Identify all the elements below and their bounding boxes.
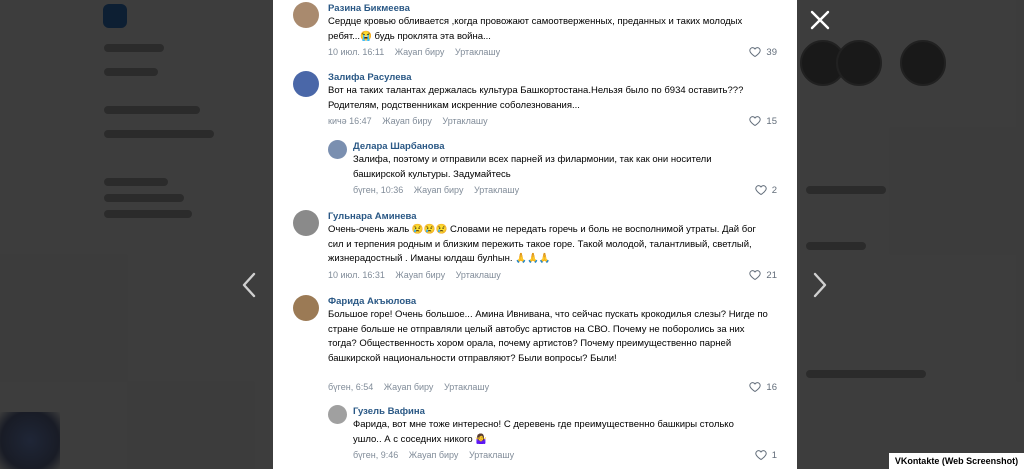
comment-meta: кичә 16:47 Жауап биру Уртаклашу [328,116,496,126]
share-link[interactable]: Уртаклашу [442,116,487,126]
heart-icon [749,47,762,58]
avatar[interactable] [293,71,319,97]
comment-meta: бүген, 10:36 Жауап биру Уртаклашу [353,185,527,195]
like-count: 15 [766,115,777,127]
share-link[interactable]: Уртаклашу [444,382,489,392]
comment-author[interactable]: Гульнара Аминева [328,211,417,222]
like-count: 16 [766,381,777,393]
comment-author[interactable]: Залифа Расулева [328,72,411,83]
like-count: 21 [766,269,777,281]
avatar[interactable] [328,405,347,424]
heart-icon [749,116,762,127]
comment-author[interactable]: Фарида Акъюлова [328,296,416,307]
comment-text: Залифа, поэтому и отправили всех парней … [353,154,712,180]
comment-time[interactable]: бүген, 10:36 [353,185,403,195]
comment-text: Вот на таких талантах держалась культура… [328,85,744,111]
like-button[interactable]: 39 [749,46,777,58]
comment-author[interactable]: Делара Шарбанова [353,141,445,152]
like-button[interactable]: 16 [749,381,777,393]
reply-link[interactable]: Жауап биру [382,116,432,126]
comment-time[interactable]: кичә 16:47 [328,116,372,126]
share-link[interactable]: Уртаклашу [474,185,519,195]
comment-text: Сердце кровью обливается ,когда провожаю… [328,16,743,42]
comment-text: Очень-очень жаль 😢😢😢 Словами не передать… [328,224,756,264]
like-button[interactable]: 1 [755,449,777,461]
heart-icon [749,382,762,393]
previous-button[interactable] [241,272,257,298]
reply-link[interactable]: Жауап биру [395,270,445,280]
like-count: 2 [771,184,777,196]
share-link[interactable]: Уртаклашу [455,47,500,57]
chevron-right-icon [813,272,827,298]
close-icon [810,10,830,30]
like-count: 1 [771,449,777,461]
reply-link[interactable]: Жауап биру [414,185,464,195]
comments-modal: Разина Бикмеева Сердце кровью обливается… [273,0,797,469]
like-count: 39 [766,46,777,58]
source-caption: VKontakte (Web Screenshot) [889,453,1024,469]
comment-author[interactable]: Гузель Вафина [353,406,425,417]
comment-author[interactable]: Разина Бикмеева [328,3,410,14]
comment-text: Большое горе! Очень большое... Амина Ивн… [328,309,768,364]
comment-time[interactable]: 10 июл. 16:11 [328,47,384,57]
heart-icon [749,270,762,281]
avatar[interactable] [293,210,319,236]
heart-icon [755,185,767,196]
avatar[interactable] [293,2,319,28]
like-button[interactable]: 21 [749,269,777,281]
comment-time[interactable]: бүген, 6:54 [328,382,373,392]
comment-time[interactable]: 10 июл. 16:31 [328,270,385,280]
comment-text: Фарида, вот мне тоже интересно! С дереве… [353,419,734,445]
next-button[interactable] [812,272,828,298]
comment-meta: 10 июл. 16:31 Жауап биру Уртаклашу [328,270,509,280]
comment-time[interactable]: бүген, 9:46 [353,450,398,460]
share-link[interactable]: Уртаклашу [469,450,514,460]
close-button[interactable] [808,9,832,33]
share-link[interactable]: Уртаклашу [456,270,501,280]
heart-icon [755,450,767,461]
like-button[interactable]: 2 [755,184,777,196]
comment-meta: бүген, 6:54 Жауап биру Уртаклашу [328,382,497,392]
comment-meta: бүген, 9:46 Жауап биру Уртаклашу [353,450,522,460]
comment-meta: 10 июл. 16:11 Жауап биру Уртаклашу [328,47,508,57]
reply-link[interactable]: Жауап биру [384,382,434,392]
reply-link[interactable]: Жауап биру [409,450,459,460]
chevron-left-icon [242,272,256,298]
reply-link[interactable]: Жауап биру [395,47,445,57]
avatar[interactable] [293,295,319,321]
avatar[interactable] [328,140,347,159]
like-button[interactable]: 15 [749,115,777,127]
